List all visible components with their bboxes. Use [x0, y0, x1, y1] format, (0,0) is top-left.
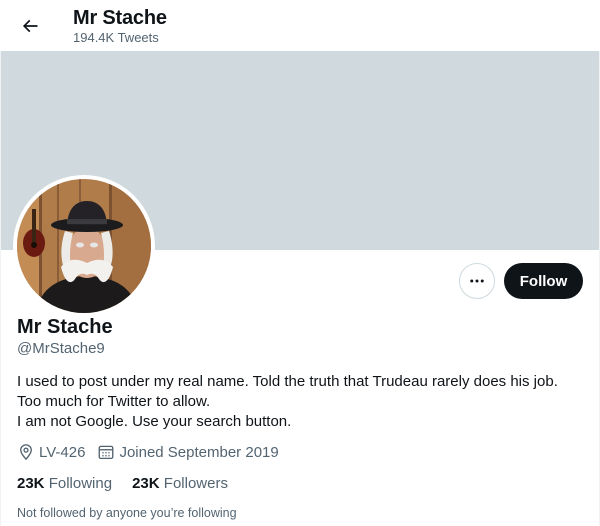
avatar-container[interactable] [13, 175, 155, 317]
bio-line: I am not Google. Use your search button. [17, 413, 292, 430]
bio-line: I used to post under my real name. Told … [17, 373, 558, 390]
mutual-follow-note: Not followed by anyone you’re following [17, 506, 237, 520]
followers-label: Followers [163, 475, 228, 492]
header-title: Mr Stache [73, 7, 167, 29]
handle: @MrStache9 [17, 340, 105, 357]
followers-count: 23K [132, 475, 160, 492]
tweet-count: 194.4K Tweets [73, 30, 159, 45]
calendar-icon [99, 445, 114, 460]
arrow-left-icon [22, 19, 38, 33]
location-text: LV-426 [39, 443, 86, 461]
following-count: 23K [17, 475, 45, 492]
profile-header: Mr Stache 194.4K Tweets [0, 0, 600, 51]
ellipsis-icon [470, 279, 484, 283]
avatar [17, 179, 151, 313]
back-button[interactable] [12, 8, 48, 44]
profile-meta: LV-426 Joined September 2019 [17, 443, 291, 461]
following-label: Following [48, 475, 113, 492]
join-date-text: Joined September 2019 [119, 443, 279, 461]
follow-stats: 23K Following 23K Followers [17, 475, 248, 492]
join-date: Joined September 2019 [97, 443, 279, 461]
bio-line: Too much for Twitter to allow. [17, 393, 211, 410]
following-link[interactable]: 23K Following [17, 475, 112, 492]
bio: I used to post under my real name. Told … [17, 372, 587, 432]
location-pin-icon [20, 444, 32, 461]
follow-button[interactable]: Follow [504, 263, 583, 299]
more-button[interactable] [459, 263, 495, 299]
display-name: Mr Stache [17, 316, 113, 338]
location: LV-426 [17, 443, 85, 461]
followers-link[interactable]: 23K Followers [132, 475, 228, 492]
